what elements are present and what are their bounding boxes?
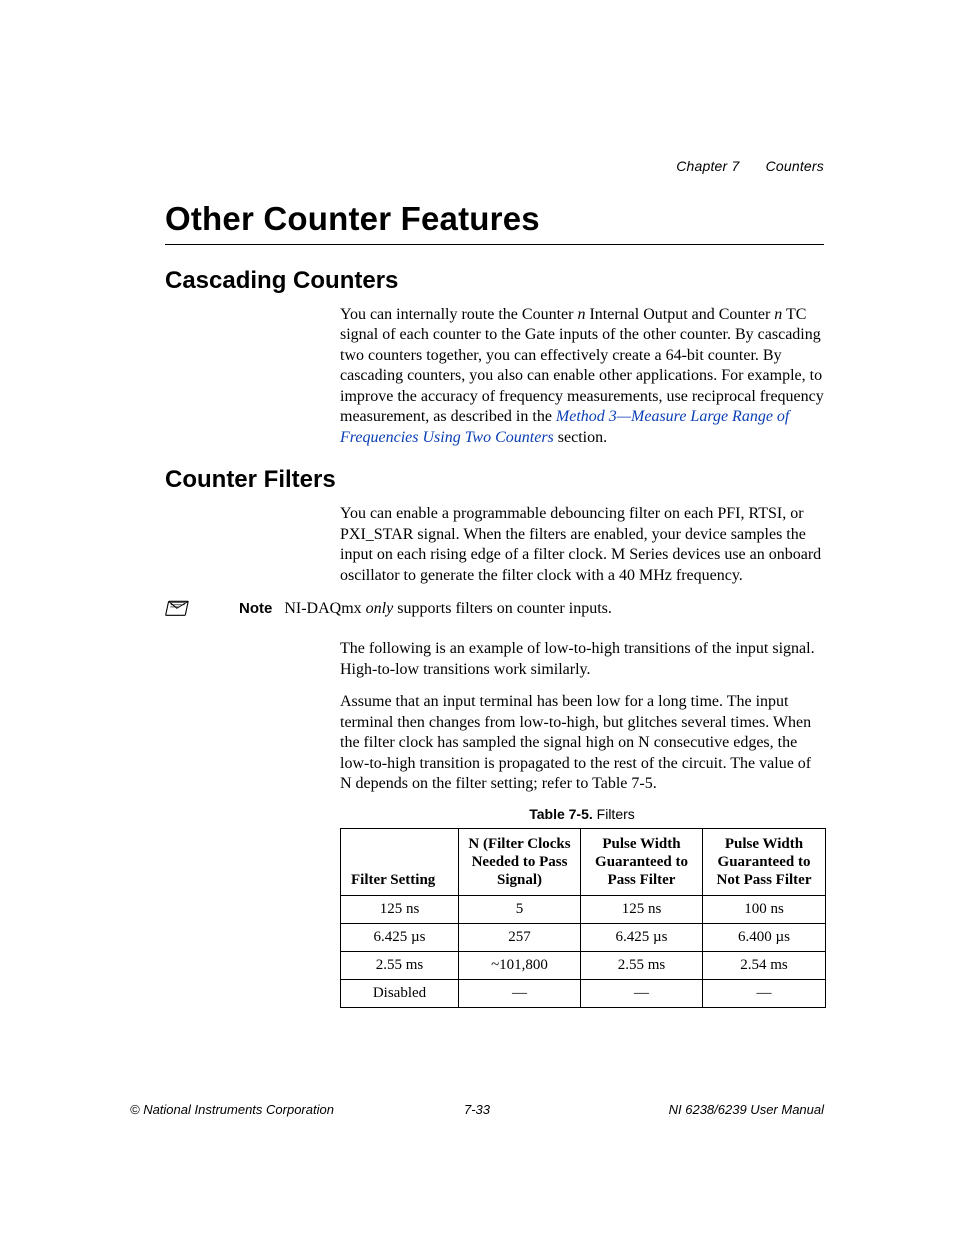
cell: 6.425 µs <box>341 924 459 952</box>
cascading-body: You can internally route the Counter n I… <box>340 305 824 448</box>
cell: Disabled <box>341 980 459 1008</box>
cell: 100 ns <box>703 896 826 924</box>
filters-p3: Assume that an input terminal has been l… <box>340 692 824 794</box>
chapter-title: Counters <box>766 158 824 174</box>
table-header-row: Filter Setting N (Filter Clocks Needed t… <box>341 829 826 896</box>
cell: 125 ns <box>581 896 703 924</box>
cell: — <box>459 980 581 1008</box>
text: section. <box>554 429 607 446</box>
subsection-filters: Counter Filters <box>165 466 824 494</box>
note-icon <box>165 598 193 625</box>
cell: — <box>581 980 703 1008</box>
cell: ~101,800 <box>459 952 581 980</box>
chapter-number: Chapter 7 <box>676 158 739 174</box>
filters-table: Filter Setting N (Filter Clocks Needed t… <box>340 828 826 1008</box>
cell: 2.55 ms <box>581 952 703 980</box>
cell: 6.425 µs <box>581 924 703 952</box>
cell: 257 <box>459 924 581 952</box>
note-only: only <box>366 600 394 617</box>
th-not-pass: Pulse Width Guaranteed to Not Pass Filte… <box>703 829 826 896</box>
text: Internal Output and Counter <box>585 306 774 323</box>
section-rule <box>165 244 824 245</box>
th-pass: Pulse Width Guaranteed to Pass Filter <box>581 829 703 896</box>
page: Chapter 7 Counters Other Counter Feature… <box>0 0 954 1235</box>
subsection-cascading: Cascading Counters <box>165 267 824 295</box>
note-pre: NI-DAQmx <box>284 600 365 617</box>
table-caption: Table 7-5. Filters <box>340 806 824 822</box>
text: You can internally route the Counter <box>340 306 577 323</box>
cell: 2.54 ms <box>703 952 826 980</box>
table-row: 6.425 µs 257 6.425 µs 6.400 µs <box>341 924 826 952</box>
caption-text: Filters <box>593 806 635 822</box>
th-filter-setting: Filter Setting <box>341 829 459 896</box>
cell: 6.400 µs <box>703 924 826 952</box>
cell: 5 <box>459 896 581 924</box>
cell: 125 ns <box>341 896 459 924</box>
filters-p1: You can enable a programmable debouncing… <box>340 504 824 586</box>
th-n-clocks: N (Filter Clocks Needed to Pass Signal) <box>459 829 581 896</box>
cell: 2.55 ms <box>341 952 459 980</box>
footer-center: 7-33 <box>130 1102 824 1117</box>
filters-body-2: The following is an example of low-to-hi… <box>340 639 824 794</box>
table-row: 125 ns 5 125 ns 100 ns <box>341 896 826 924</box>
note-text: Note NI-DAQmx only supports filters on c… <box>239 600 612 618</box>
filters-p2: The following is an example of low-to-hi… <box>340 639 824 680</box>
note-post: supports filters on counter inputs. <box>393 600 612 617</box>
cascading-paragraph: You can internally route the Counter n I… <box>340 305 824 448</box>
filters-body-1: You can enable a programmable debouncing… <box>340 504 824 586</box>
table-row: 2.55 ms ~101,800 2.55 ms 2.54 ms <box>341 952 826 980</box>
note-label: Note <box>239 600 272 617</box>
table-row: Disabled — — — <box>341 980 826 1008</box>
running-header: Chapter 7 Counters <box>676 158 824 174</box>
page-footer: © National Instruments Corporation 7-33 … <box>130 1102 824 1117</box>
note-block: Note NI-DAQmx only supports filters on c… <box>165 600 824 625</box>
cell: — <box>703 980 826 1008</box>
caption-label: Table 7-5. <box>529 806 593 822</box>
section-heading: Other Counter Features <box>165 200 824 238</box>
